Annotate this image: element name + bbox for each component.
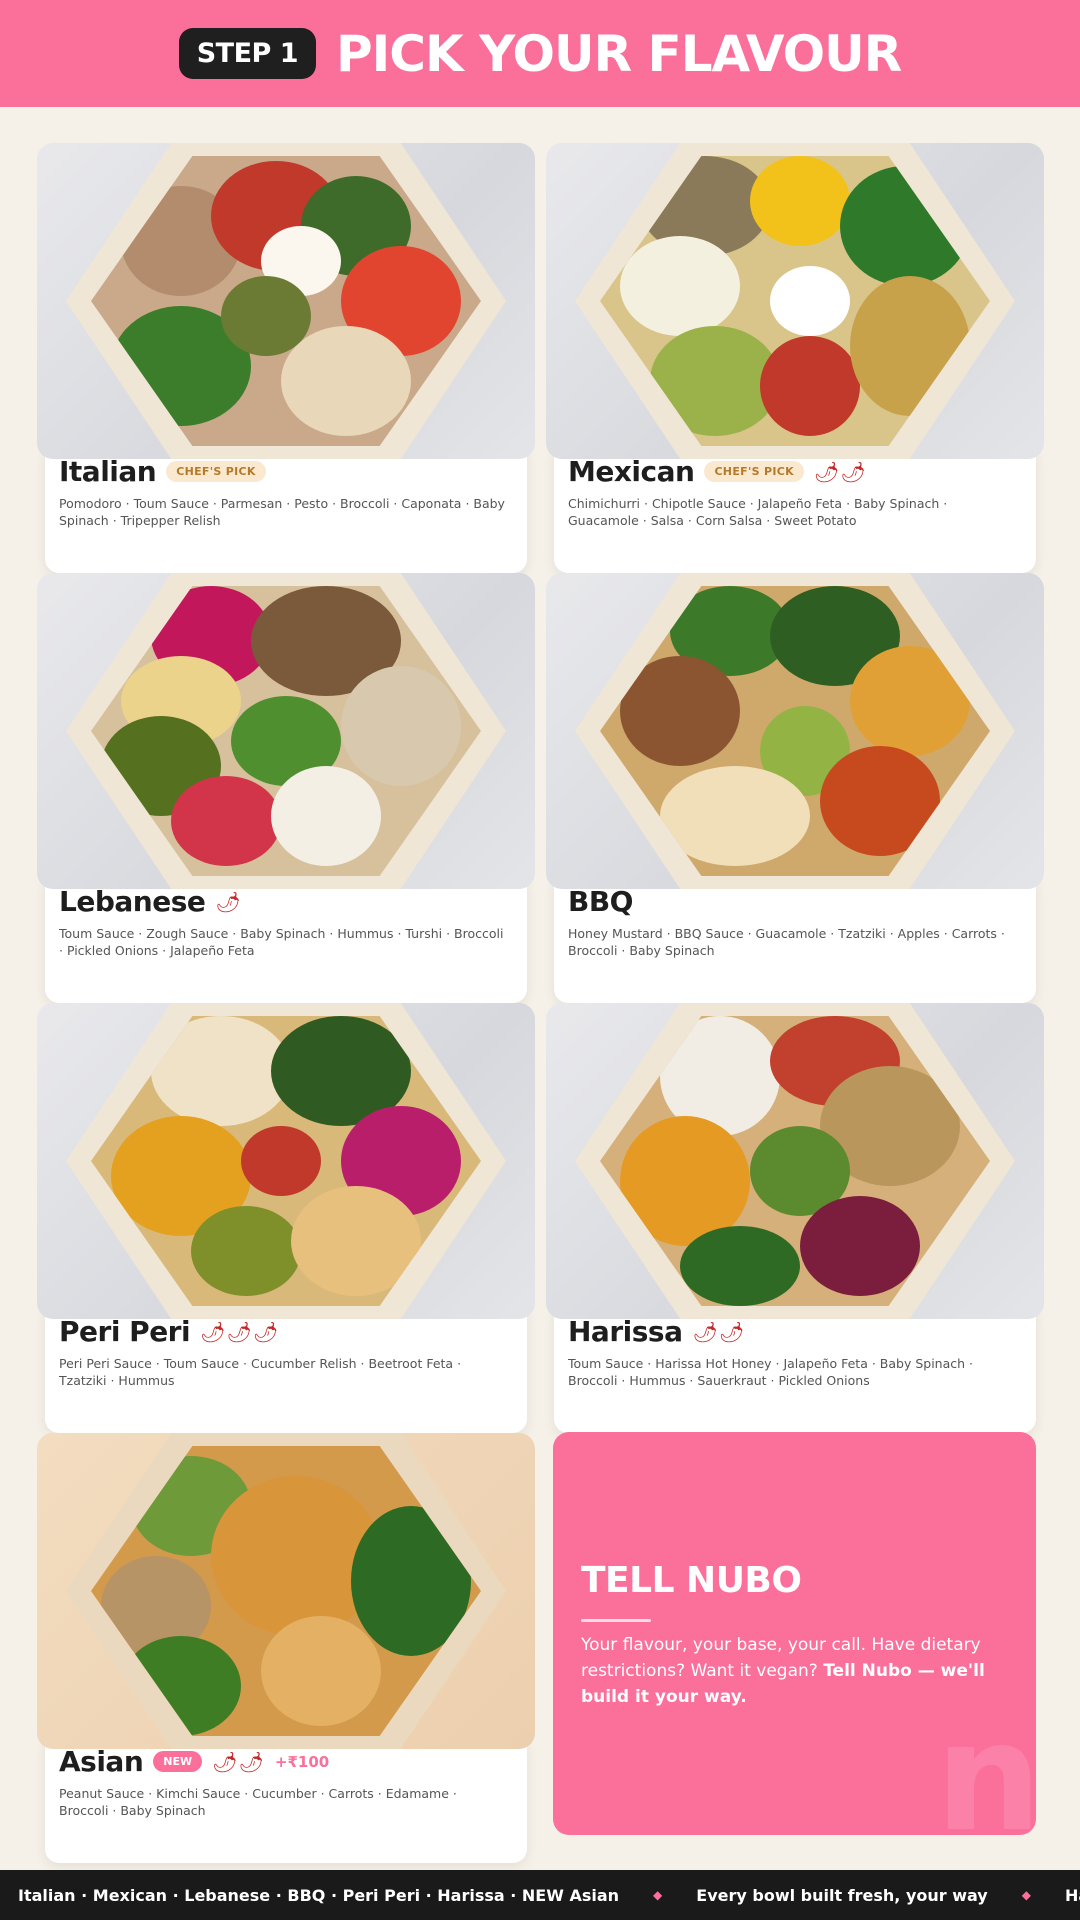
chefs-pick-badge: CHEF'S PICK (166, 461, 266, 482)
card-title-row: Lebanese 🌶 (59, 885, 242, 918)
diamond-icon: ◆ (1021, 1888, 1031, 1902)
flavour-name: Harissa (568, 1315, 683, 1348)
ingredient-list: Chimichurri · Chipotle Sauce · Jalapeño … (568, 496, 948, 528)
flavour-name: Italian (59, 455, 157, 488)
page-title: PICK YOUR FLAVOUR (336, 24, 902, 83)
flavour-card-peri-peri[interactable]: Peri Peri 🌶🌶🌶 Peri Peri Sauce · Toum Sau… (37, 1003, 535, 1433)
flavour-name: Mexican (568, 455, 695, 488)
card-title-row: BBQ (568, 885, 634, 918)
ingredient-list: Toum Sauce · Zough Sauce · Baby Spinach … (59, 926, 504, 958)
chili-icon: 🌶 (813, 459, 841, 484)
chili-icon: 🌶 (226, 1319, 253, 1344)
promo-divider (581, 1619, 651, 1622)
ingredient-list: Peanut Sauce · Kimchi Sauce · Cucumber ·… (59, 1786, 457, 1818)
chili-icon: 🌶 (200, 1319, 227, 1344)
flavour-card-lebanese[interactable]: Lebanese 🌶 Toum Sauce · Zough Sauce · Ba… (37, 573, 535, 1003)
chili-icon: 🌶 (252, 1319, 280, 1344)
step-badge: STEP 1 (178, 28, 316, 79)
ingredient-list: Toum Sauce · Harissa Hot Honey · Jalapeñ… (568, 1356, 973, 1388)
page-header: STEP 1 PICK YOUR FLAVOUR (0, 0, 1080, 107)
ingredient-list: Honey Mustard · BBQ Sauce · Guacamole · … (568, 926, 1005, 958)
chili-icon: 🌶 (215, 889, 242, 914)
ticker-item: Every bowl built fresh, your way (696, 1885, 988, 1905)
chili-rating: 🌶🌶 (692, 1320, 745, 1344)
flavour-card-asian[interactable]: Asian NEW 🌶🌶 +₹100 Peanut Sauce · Kimchi… (37, 1433, 535, 1863)
price-surcharge: +₹100 (274, 1752, 330, 1771)
promo-title: TELL NUBO (581, 1560, 802, 1601)
flavour-card-bbq[interactable]: BBQ Honey Mustard · BBQ Sauce · Guacamol… (546, 573, 1044, 1003)
diamond-icon: ◆ (653, 1888, 663, 1902)
chili-icon: 🌶 (238, 1749, 265, 1774)
card-title-row: Peri Peri 🌶🌶🌶 (59, 1315, 279, 1348)
bowl-image (546, 143, 1044, 459)
nubo-logo-watermark: n (935, 1691, 1036, 1835)
bowl-image (37, 573, 535, 889)
flavour-name: Peri Peri (59, 1315, 191, 1348)
chili-rating: 🌶🌶 (212, 1750, 265, 1774)
chili-icon: 🌶 (840, 459, 867, 484)
flavour-name: Lebanese (59, 885, 206, 918)
chili-rating: 🌶🌶 (814, 460, 867, 484)
tell-nubo-card: TELL NUBO Your flavour, your base, your … (553, 1432, 1036, 1835)
flavour-card-italian[interactable]: Italian CHEF'S PICK Pomodoro · Toum Sauc… (37, 143, 535, 573)
new-badge: NEW (153, 1751, 203, 1772)
flavour-card-harissa[interactable]: Harissa 🌶🌶 Toum Sauce · Harissa Hot Hone… (546, 1003, 1044, 1433)
chili-rating: 🌶🌶🌶 (200, 1320, 279, 1344)
card-title-row: Asian NEW 🌶🌶 +₹100 (59, 1745, 329, 1778)
ticker-item: Italian · Mexican · Lebanese · BBQ · Per… (18, 1885, 620, 1905)
flavour-name: Asian (59, 1745, 144, 1778)
card-title-row: Italian CHEF'S PICK (59, 455, 266, 488)
card-title-row: Harissa 🌶🌶 (568, 1315, 745, 1348)
bowl-image (37, 1003, 535, 1319)
flavour-name: BBQ (568, 885, 634, 918)
chili-icon: 🌶 (212, 1749, 239, 1774)
flavour-card-mexican[interactable]: Mexican CHEF'S PICK 🌶🌶 Chimichurri · Chi… (546, 143, 1044, 573)
ingredient-list: Pomodoro · Toum Sauce · Parmesan · Pesto… (59, 496, 505, 528)
bottom-ticker: Italian · Mexican · Lebanese · BBQ · Per… (0, 1870, 1080, 1920)
ticker-item: Have a dietary (1064, 1885, 1080, 1905)
chili-icon: 🌶 (718, 1319, 746, 1344)
bowl-image (37, 143, 535, 459)
bowl-image (546, 573, 1044, 889)
chili-icon: 🌶 (692, 1319, 719, 1344)
chili-rating: 🌶 (215, 890, 241, 914)
bowl-image (546, 1003, 1044, 1319)
ingredient-list: Peri Peri Sauce · Toum Sauce · Cucumber … (59, 1356, 462, 1388)
card-title-row: Mexican CHEF'S PICK 🌶🌶 (568, 455, 867, 488)
bowl-image (37, 1433, 535, 1749)
chefs-pick-badge: CHEF'S PICK (704, 461, 804, 482)
